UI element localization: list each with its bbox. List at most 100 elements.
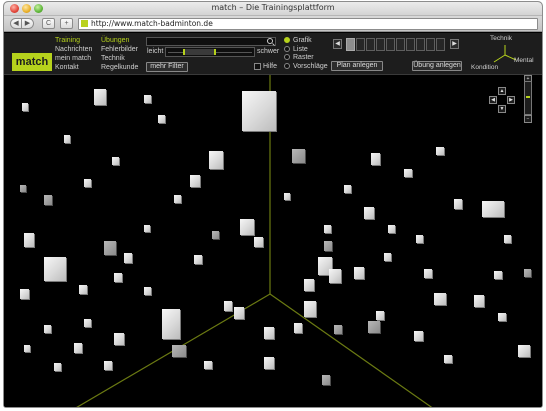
exercise-cube[interactable] (174, 195, 181, 203)
exercise-cube[interactable] (44, 195, 52, 205)
exercise-cube[interactable] (518, 345, 530, 357)
match-logo[interactable]: match (12, 53, 52, 71)
exercise-cube[interactable] (388, 225, 395, 233)
exercise-cube[interactable] (79, 285, 87, 294)
plan-slot[interactable] (376, 38, 385, 51)
exercise-cube[interactable] (44, 257, 66, 281)
exercise-cube[interactable] (94, 89, 106, 105)
exercise-cube[interactable] (54, 363, 61, 371)
exercise-cube[interactable] (284, 193, 290, 200)
exercise-cube[interactable] (329, 269, 341, 283)
exercise-cube[interactable] (114, 273, 122, 282)
exercise-cube[interactable] (368, 321, 380, 333)
exercise-cube[interactable] (404, 169, 412, 177)
exercise-cube[interactable] (482, 201, 504, 217)
plan-slot[interactable] (436, 38, 445, 51)
plan-slot[interactable] (386, 38, 395, 51)
exercise-cube[interactable] (304, 279, 314, 291)
exercise-cube[interactable] (22, 103, 28, 111)
view-option-2[interactable]: Raster (284, 54, 314, 61)
exercise-cube[interactable] (124, 253, 132, 263)
plan-slot[interactable] (416, 38, 425, 51)
exercise-cube[interactable] (74, 343, 82, 353)
plan-slot[interactable] (396, 38, 405, 51)
exercise-cube[interactable] (292, 149, 305, 163)
plan-slot[interactable] (406, 38, 415, 51)
exercise-cube[interactable] (212, 231, 219, 239)
main-nav-item-0[interactable]: Training (55, 36, 92, 45)
rotate-up-button[interactable]: ▲ (498, 87, 506, 95)
exercise-cube[interactable] (204, 361, 212, 369)
back-button[interactable]: ◀ (10, 18, 22, 29)
exercise-cube[interactable] (371, 153, 380, 165)
exercise-cube[interactable] (524, 269, 531, 277)
exercise-cube[interactable] (144, 95, 151, 103)
plan-slot[interactable] (356, 38, 365, 51)
view-option-3[interactable]: Vorschläge (284, 62, 328, 70)
exercise-cube[interactable] (304, 301, 316, 317)
main-nav-item-2[interactable]: mein match (55, 54, 92, 63)
exercise-cube[interactable] (114, 333, 124, 345)
reload-button[interactable]: C (42, 18, 55, 29)
create-plan-button[interactable]: Plan anlegen (331, 61, 383, 71)
exercise-cube[interactable] (364, 207, 374, 219)
exercise-cube[interactable] (264, 357, 274, 369)
exercise-cube[interactable] (264, 327, 274, 339)
view-option-0[interactable]: Grafik (284, 37, 312, 44)
plan-slot[interactable] (346, 38, 355, 51)
exercise-cube[interactable] (190, 175, 200, 187)
sub-nav-item-3[interactable]: Regelkunde (101, 63, 138, 72)
exercise-cube[interactable] (444, 355, 452, 363)
search-icon[interactable] (267, 38, 273, 44)
exercise-cube[interactable] (20, 289, 29, 299)
exercise-cube[interactable] (104, 241, 116, 255)
radio-icon[interactable] (284, 62, 290, 69)
help-checkbox[interactable] (254, 63, 261, 70)
rotate-left-button[interactable]: ◀ (489, 96, 497, 104)
exercise-cube[interactable] (498, 313, 506, 321)
exercise-cube[interactable] (436, 147, 444, 155)
exercise-cube[interactable] (24, 233, 34, 247)
exercise-cube[interactable] (144, 287, 151, 295)
exercise-cube[interactable] (104, 361, 112, 370)
exercise-cube[interactable] (20, 185, 26, 192)
zoom-slider[interactable] (524, 81, 532, 115)
exercise-cube[interactable] (254, 237, 263, 247)
radio-icon[interactable] (284, 37, 290, 43)
exercise-3d-space[interactable]: ▲ ◀ ▶ ▼ + − (4, 75, 542, 407)
exercise-cube[interactable] (324, 241, 332, 251)
exercise-cube[interactable] (434, 293, 446, 305)
exercise-cube[interactable] (424, 269, 432, 278)
radio-icon[interactable] (284, 54, 290, 60)
exercise-cube[interactable] (144, 225, 150, 232)
exercise-cube[interactable] (194, 255, 202, 264)
slider-handle-max[interactable] (214, 49, 217, 55)
add-bookmark-button[interactable]: + (60, 18, 73, 29)
zoom-out-button[interactable]: − (524, 115, 532, 123)
exercise-cube[interactable] (474, 295, 484, 307)
sub-nav-item-0[interactable]: Übungen (101, 36, 138, 45)
exercise-cube[interactable] (240, 219, 254, 235)
view-option-1[interactable]: Liste (284, 45, 308, 53)
create-exercise-button[interactable]: Übung anlegen (412, 61, 462, 71)
exercise-cube[interactable] (44, 325, 51, 333)
exercise-cube[interactable] (384, 253, 391, 261)
exercise-cube[interactable] (64, 135, 70, 143)
exercise-cube[interactable] (334, 325, 342, 334)
exercise-cube[interactable] (242, 91, 276, 131)
exercise-cube[interactable] (162, 309, 180, 339)
exercise-cube[interactable] (504, 235, 511, 243)
exercise-cube[interactable] (224, 301, 232, 311)
plan-prev-button[interactable]: ◀ (333, 39, 342, 49)
exercise-cube[interactable] (84, 319, 91, 327)
sub-nav-item-1[interactable]: Fehlerbilder (101, 45, 138, 54)
exercise-cube[interactable] (354, 267, 364, 279)
exercise-cube[interactable] (322, 375, 330, 385)
forward-button[interactable]: ▶ (22, 18, 34, 29)
exercise-cube[interactable] (112, 157, 119, 165)
exercise-cube[interactable] (172, 345, 186, 357)
exercise-cube[interactable] (494, 271, 502, 279)
rotate-right-button[interactable]: ▶ (507, 96, 515, 104)
exercise-cube[interactable] (414, 331, 423, 341)
search-input[interactable] (146, 37, 276, 46)
